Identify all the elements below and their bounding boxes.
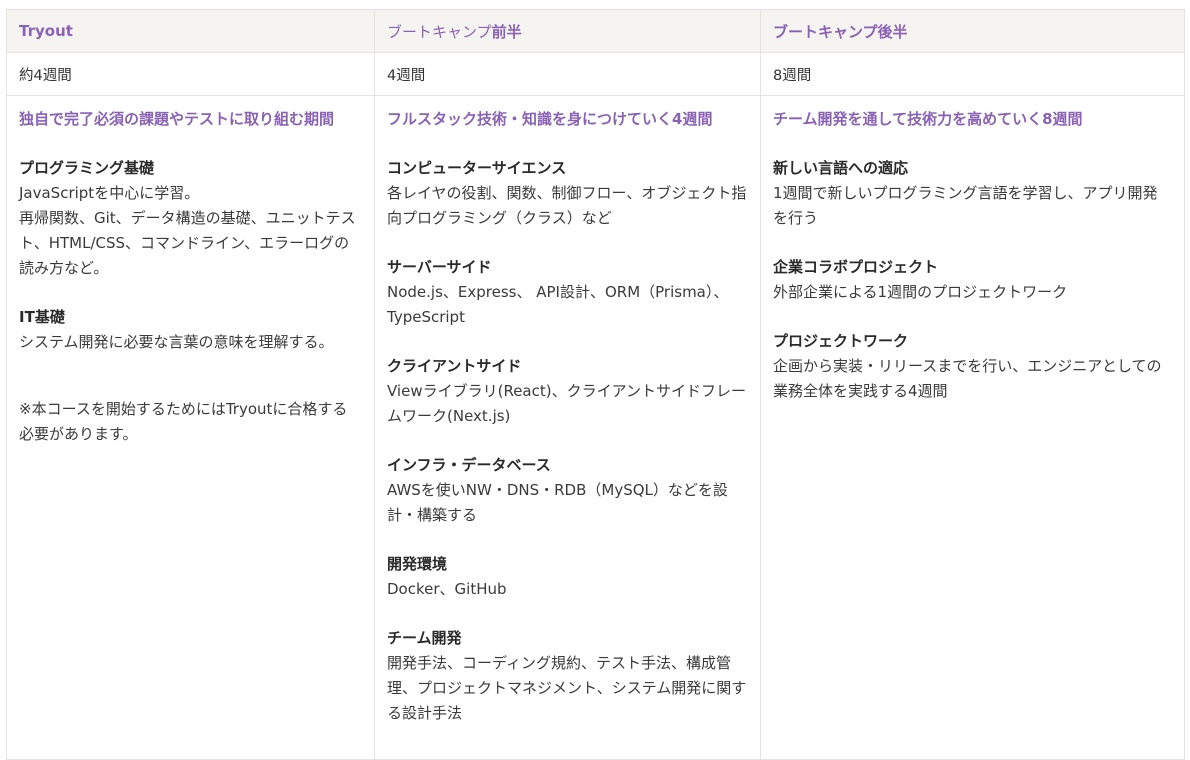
second-half-lead: チーム開発を通して技術力を高めていく8週間 [773,110,1083,128]
duration-first-half: 4週間 [374,52,761,96]
header-first-half-bold: 前半 [491,22,522,41]
first-half-lead: フルスタック技術・知識を身につけていく4週間 [387,110,713,128]
second-half-section-title: プロジェクトワーク [773,332,909,350]
header-first-half-light: ブートキャンプ [387,22,492,41]
duration-second-half: 8週間 [760,52,1185,96]
header-tryout-label: Tryout [19,22,73,40]
first-half-section-desc: 各レイヤの役割、関数、制御フロー、オブジェクト指向プログラミング（クラス）など [387,184,747,227]
first-half-section-desc: 開発手法、コーディング規約、テスト手法、構成管理、プロジェクトマネジメント、シス… [387,654,747,722]
tryout-lead: 独自で完了必須の課題やテストに取り組む期間 [19,110,335,128]
first-half-section-title: コンピューターサイエンス [387,159,567,177]
tryout-desc-line: JavaScriptを中心に学習。 再帰関数、Git、データ構造の基礎、ユニット… [19,184,356,277]
second-half-section-desc: 外部企業による1週間のプロジェクトワーク [773,283,1068,301]
tryout-section-title: プログラミング基礎 [19,159,155,177]
tryout-section-desc: システム開発に必要な言葉の意味を理解する。 [19,333,334,351]
second-half-section-title: 新しい言語への適応 [773,159,909,177]
second-half-section-desc: 1週間で新しいプログラミング言語を学習し、アプリ開発を行う [773,184,1158,227]
header-second-half: ブートキャンプ後半 [760,9,1185,53]
first-half-section-title: クライアントサイド [387,357,522,375]
header-second-half-label: ブートキャンプ後半 [773,22,908,41]
tryout-section-title: IT基礎 [19,308,65,326]
first-half-section-title: サーバーサイド [387,258,492,276]
header-tryout: Tryout [6,9,375,53]
first-half-section-title: チーム開発 [387,629,462,647]
content-second-half: チーム開発を通して技術力を高めていく8週間 新しい言語への適応 1週間で新しいプ… [760,95,1185,760]
duration-row: 約4週間 4週間 8週間 [6,52,1185,96]
second-half-section-desc: 企画から実装・リリースまでを行い、エンジニアとしての業務全体を実践する4週間 [773,357,1162,400]
first-half-section-title: 開発環境 [387,555,448,573]
header-first-half: ブートキャンプ前半 [374,9,761,53]
header-row: Tryout ブートキャンプ前半 ブートキャンプ後半 [6,9,1185,53]
curriculum-table: Tryout ブートキャンプ前半 ブートキャンプ後半 約4週間 4週間 8週間 … [6,9,1185,760]
first-half-section-desc: Docker、GitHub [387,580,507,598]
content-first-half: フルスタック技術・知識を身につけていく4週間 コンピューターサイエンス 各レイヤ… [374,95,761,760]
second-half-section-title: 企業コラボプロジェクト [773,258,939,276]
first-half-section-desc: Node.js、Express、 API設計、ORM（Prisma）、TypeS… [387,283,729,326]
content-row: 独自で完了必須の課題やテストに取り組む期間 プログラミング基礎 JavaScri… [6,95,1185,760]
tryout-note: ※本コースを開始するためにはTryoutに合格する必要があります。 [19,400,348,443]
duration-tryout: 約4週間 [6,52,375,96]
first-half-section-title: インフラ・データベース [387,456,551,474]
first-half-section-desc: AWSを使いNW・DNS・RDB（MySQL）などを設計・構築する [387,481,728,524]
first-half-section-desc: Viewライブラリ(React)、クライアントサイドフレームワーク(Next.j… [387,382,746,425]
tryout-section-desc: JavaScriptを中心に学習。 再帰関数、Git、データ構造の基礎、ユニット… [19,181,362,281]
content-tryout: 独自で完了必須の課題やテストに取り組む期間 プログラミング基礎 JavaScri… [6,95,375,760]
